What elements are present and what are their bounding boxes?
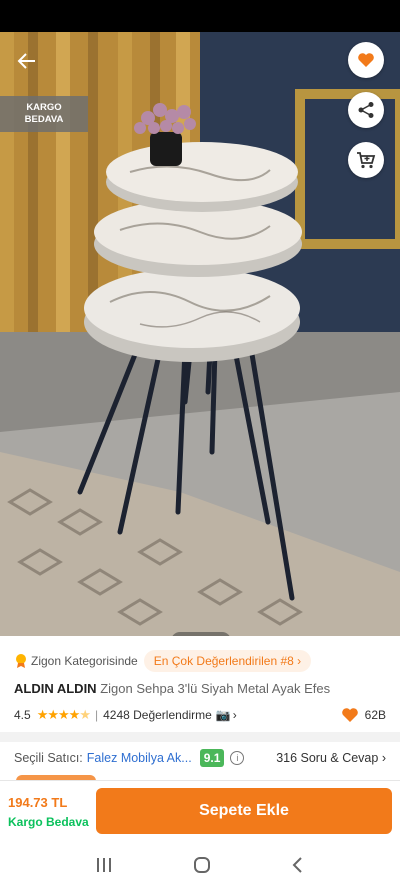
status-bar — [0, 0, 400, 32]
section-divider — [0, 732, 400, 742]
seller-row: Seçili Satıcı: Falez Mobilya Ak... 9.1 i… — [14, 748, 386, 768]
product-name: Zigon Sehpa 3'lü Siyah Metal Ayak Efes — [100, 681, 331, 696]
seller-name[interactable]: Falez Mobilya Ak... — [87, 751, 192, 765]
heart-icon — [341, 708, 358, 722]
camera-icon: 📷 — [215, 708, 231, 722]
chevron-right-icon: › — [297, 654, 302, 668]
ranking-pill-text: En Çok Değerlendirilen #8 — [153, 654, 294, 668]
home-icon[interactable] — [193, 856, 211, 874]
share-button[interactable] — [348, 92, 384, 128]
medal-icon — [16, 654, 26, 668]
category-ranking: Zigon Kategorisinde En Çok Değerlendiril… — [14, 650, 312, 672]
seller-score: 9.1 — [199, 749, 225, 767]
cart-button[interactable] — [348, 142, 384, 178]
cart-icon — [357, 152, 376, 169]
info-icon[interactable]: i — [230, 751, 245, 765]
star-rating-icon: ★★★★★ — [36, 707, 91, 722]
purchase-bar: 194.73 TL Kargo Bedava Sepete Ekle — [0, 780, 400, 842]
recent-apps-icon[interactable] — [95, 857, 113, 873]
carousel-indicator[interactable] — [171, 632, 231, 636]
category-label: Zigon Kategorisinde — [31, 654, 138, 668]
product-title: ALDIN ALDIN Zigon Sehpa 3'lü Siyah Metal… — [14, 681, 394, 696]
back-nav-icon[interactable] — [291, 856, 305, 874]
free-shipping-label: Kargo Bedava — [8, 815, 89, 829]
qa-text: 316 Soru & Cevap — [276, 751, 379, 765]
brand-name[interactable]: ALDIN ALDIN — [14, 681, 97, 696]
rating-value: 4.5 — [14, 708, 31, 722]
back-button[interactable] — [10, 44, 44, 78]
price: 194.73 TL — [8, 795, 68, 810]
free-shipping-badge: KARGO BEDAVA — [0, 96, 88, 132]
rating-row[interactable]: 4.5 ★★★★★ | 4248 Değerlendirme 📷 › 62B — [14, 706, 386, 724]
favorite-button[interactable] — [348, 42, 384, 78]
chevron-right-icon: › — [381, 751, 386, 765]
ranking-pill[interactable]: En Çok Değerlendirilen #8 › — [143, 650, 312, 672]
share-icon — [358, 102, 374, 118]
badge-line-1: KARGO — [26, 102, 62, 113]
system-nav-bar — [0, 842, 400, 888]
heart-icon — [358, 53, 374, 67]
divider: | — [94, 708, 99, 722]
add-to-cart-button[interactable]: Sepete Ekle — [96, 788, 392, 834]
qa-link[interactable]: 316 Soru & Cevap › — [276, 751, 386, 765]
review-count[interactable]: 4248 Değerlendirme — [103, 708, 212, 722]
seller-label: Seçili Satıcı: — [14, 751, 83, 765]
chevron-right-icon: › — [232, 708, 237, 722]
favorite-count: 62B — [341, 707, 386, 723]
badge-line-2: BEDAVA — [24, 114, 64, 125]
favorite-count-value: 62B — [364, 708, 386, 722]
arrow-left-icon — [17, 53, 35, 69]
